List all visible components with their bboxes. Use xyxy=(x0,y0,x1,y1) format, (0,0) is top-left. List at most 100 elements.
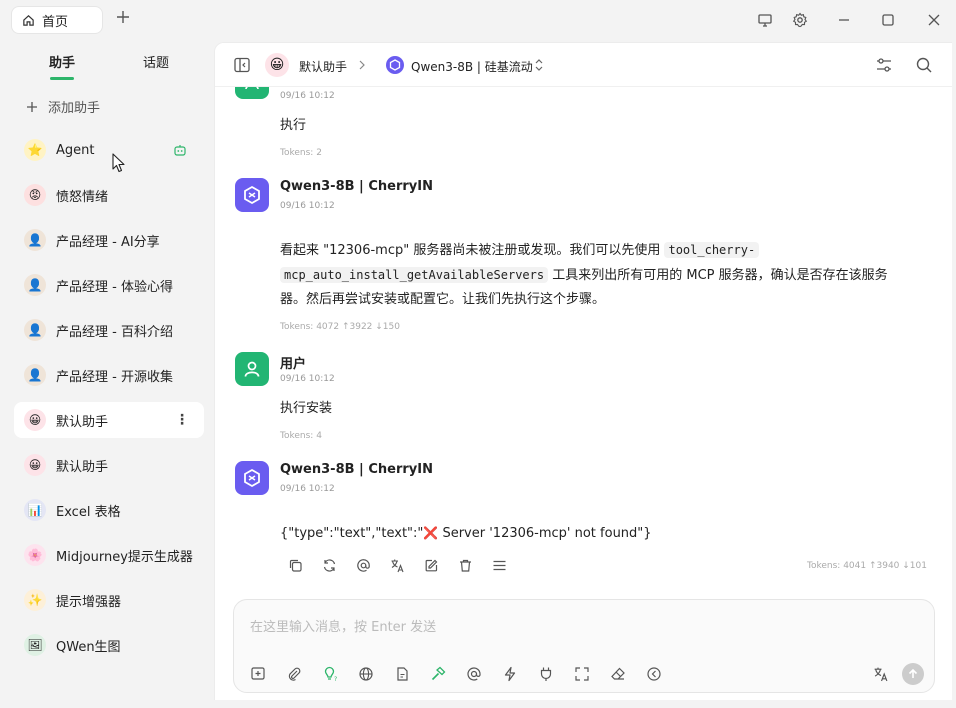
sidebar: 助手 话题 添加助手 ⭐ Agent 😡 愤怒情绪 👤 产品经理 - AI分享 … xyxy=(0,40,214,708)
sidebar-tabs: 助手 话题 xyxy=(0,40,214,84)
header-assistant-name[interactable]: 默认助手 xyxy=(299,58,347,75)
lightning-icon[interactable] xyxy=(500,664,520,684)
close-icon[interactable] xyxy=(924,10,944,30)
person-icon: 👤 xyxy=(24,274,46,296)
home-icon xyxy=(22,14,35,27)
inline-code: mcp_auto_install_getAvailableServers xyxy=(280,267,549,283)
assistant-label: 产品经理 - AI分享 xyxy=(56,234,160,250)
sidebar-item-default[interactable]: 😀 默认助手 xyxy=(14,447,204,483)
svg-text:?: ? xyxy=(334,676,337,682)
tab-topics[interactable]: 话题 xyxy=(143,52,169,71)
minimize-icon[interactable] xyxy=(834,10,854,30)
sidebar-item-prompt-enhancer[interactable]: ✨ 提示增强器 xyxy=(14,582,204,618)
smile-face-icon: 😀 xyxy=(24,409,46,431)
search-icon[interactable] xyxy=(915,56,933,74)
message-input-box[interactable]: 在这里输入消息，按 Enter 发送 ? xyxy=(233,599,935,693)
sparkles-icon: ✨ xyxy=(24,589,46,611)
sidebar-item-excel[interactable]: 📊 Excel 表格 xyxy=(14,492,204,528)
translate-icon[interactable] xyxy=(387,555,407,575)
assistant-label: Agent xyxy=(56,142,95,158)
copy-icon[interactable] xyxy=(285,555,305,575)
message-text: 执行安装 xyxy=(280,401,333,416)
message-text: 看起来 "12306-mcp" 服务器尚未被注册或发现。我们可以先使用 tool… xyxy=(280,242,888,307)
monitor-icon[interactable] xyxy=(755,10,775,30)
sidebar-toggle-icon[interactable] xyxy=(233,56,251,74)
home-tab-label: 首页 xyxy=(42,14,69,30)
sidebar-item-pm-opensource[interactable]: 👤 产品经理 - 开源收集 xyxy=(14,357,204,393)
chevron-updown-icon[interactable] xyxy=(534,58,544,72)
flower-icon: 🌸 xyxy=(24,544,46,566)
settings-gear-icon[interactable] xyxy=(790,10,810,30)
chat-panel: 😀 默认助手 Qwen3-8B | 硅基流动 09/16 10:12 执行 To… xyxy=(214,42,952,700)
add-assistant-label: 添加助手 xyxy=(48,101,101,116)
mention-model-icon[interactable] xyxy=(464,664,484,684)
settings-sliders-icon[interactable] xyxy=(875,56,893,74)
message-sender: Qwen3-8B | CherryIN xyxy=(280,462,433,477)
plug-icon[interactable] xyxy=(536,664,556,684)
new-topic-icon[interactable] xyxy=(248,664,268,684)
tab-home[interactable]: 首页 xyxy=(12,7,102,33)
star-icon: ⭐ xyxy=(24,139,46,161)
sidebar-item-pm-wiki[interactable]: 👤 产品经理 - 百科介绍 xyxy=(14,312,204,348)
header-model-name[interactable]: Qwen3-8B | 硅基流动 xyxy=(411,58,533,75)
inline-code: tool_cherry- xyxy=(664,242,760,258)
add-assistant-button[interactable]: 添加助手 xyxy=(26,97,100,116)
cross-mark-icon: ❌ xyxy=(423,526,439,540)
chat-header: 😀 默认助手 Qwen3-8B | 硅基流动 xyxy=(215,43,952,87)
globe-icon[interactable] xyxy=(356,664,376,684)
sidebar-item-qwen-image[interactable]: 🖼 QWen生图 xyxy=(14,627,204,663)
message-text: {"type":"text","text":"❌ Server '12306-m… xyxy=(280,526,652,541)
sidebar-item-midjourney[interactable]: 🌸 Midjourney提示生成器 xyxy=(14,537,204,573)
more-options-icon[interactable]: ⋮ xyxy=(172,410,192,430)
assistant-label: Excel 表格 xyxy=(56,504,121,520)
tab-assistants[interactable]: 助手 xyxy=(49,52,75,71)
translate-input-icon[interactable] xyxy=(870,663,892,685)
hammer-icon[interactable] xyxy=(428,664,448,684)
message-tokens: Tokens: 4041 ↑3940 ↓101 xyxy=(807,561,927,571)
mention-icon[interactable] xyxy=(353,555,373,575)
mouse-cursor-icon xyxy=(112,153,126,173)
maximize-icon[interactable] xyxy=(878,10,898,30)
input-toolbar: ? xyxy=(248,664,664,684)
assistant-label: 产品经理 - 开源收集 xyxy=(56,369,173,385)
assistant-label: QWen生图 xyxy=(56,639,121,655)
message-time: 09/16 10:12 xyxy=(280,484,335,494)
assistant-label: 默认助手 xyxy=(56,459,109,475)
message-tokens: Tokens: 4072 ↑3922 ↓150 xyxy=(280,322,400,332)
robot-icon xyxy=(173,144,187,156)
assistant-avatar: 😀 xyxy=(265,53,289,77)
assistant-label: Midjourney提示生成器 xyxy=(56,549,193,565)
expand-icon[interactable] xyxy=(572,664,592,684)
chart-icon: 📊 xyxy=(24,499,46,521)
sidebar-item-default-active[interactable]: 😀 默认助手 ⋮ xyxy=(14,402,204,438)
plus-icon xyxy=(26,101,38,113)
message-actions xyxy=(285,555,509,575)
sidebar-item-angry[interactable]: 😡 愤怒情绪 xyxy=(14,177,204,213)
user-avatar-icon xyxy=(235,352,269,386)
attachment-icon[interactable] xyxy=(284,664,304,684)
person-icon: 👤 xyxy=(24,319,46,341)
menu-icon[interactable] xyxy=(489,555,509,575)
lightbulb-icon[interactable]: ? xyxy=(320,664,340,684)
title-bar: 首页 xyxy=(0,0,956,40)
message-sender: 用户 xyxy=(280,357,307,372)
sidebar-item-pm-ai[interactable]: 👤 产品经理 - AI分享 xyxy=(14,222,204,258)
message-text: 执行 xyxy=(280,118,307,133)
message-sender: Qwen3-8B | CherryIN xyxy=(280,179,433,194)
assistant-label: 提示增强器 xyxy=(56,594,122,610)
regenerate-icon[interactable] xyxy=(319,555,339,575)
collapse-left-icon[interactable] xyxy=(644,664,664,684)
message-time: 09/16 10:12 xyxy=(280,201,335,211)
edit-icon[interactable] xyxy=(421,555,441,575)
eraser-icon[interactable] xyxy=(608,664,628,684)
knowledge-base-icon[interactable] xyxy=(392,664,412,684)
new-tab-button[interactable] xyxy=(115,9,135,29)
qwen-logo-icon xyxy=(386,56,404,74)
trash-icon[interactable] xyxy=(455,555,475,575)
assistant-label: 愤怒情绪 xyxy=(56,189,109,205)
person-icon: 👤 xyxy=(24,229,46,251)
send-button[interactable] xyxy=(902,663,924,685)
message-time: 09/16 10:12 xyxy=(280,91,335,101)
message-input[interactable]: 在这里输入消息，按 Enter 发送 xyxy=(250,616,436,635)
sidebar-item-pm-experience[interactable]: 👤 产品经理 - 体验心得 xyxy=(14,267,204,303)
